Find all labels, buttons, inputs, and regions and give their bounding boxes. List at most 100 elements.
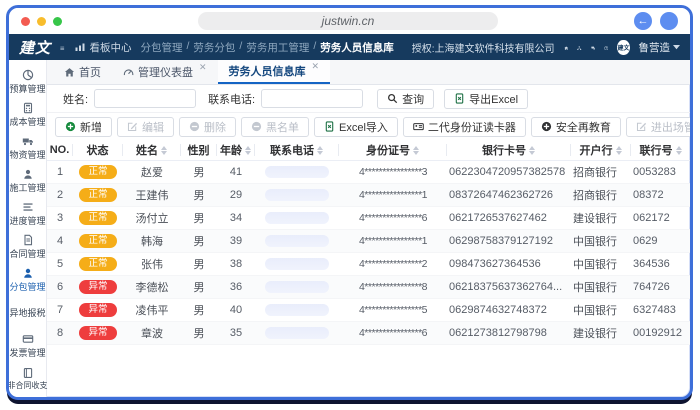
sort-icon[interactable] (616, 146, 622, 155)
sidebar-item-成本管理[interactable]: 成本管理 (9, 98, 46, 131)
sidebar-item-物资管理[interactable]: 物资管理 (9, 131, 46, 164)
cell-phone (255, 212, 339, 224)
cell-bank-card: 0621726537627462 (447, 212, 571, 224)
sort-icon[interactable] (317, 146, 323, 155)
breadcrumb-item[interactable]: 劳务分包 (193, 40, 235, 55)
tab-首页[interactable]: 首页 (53, 60, 112, 84)
home-icon[interactable] (564, 41, 568, 53)
sitemap-icon[interactable] (577, 41, 581, 53)
user-menu[interactable]: 鲁营造 (639, 40, 681, 55)
sidebar-item-预算管理[interactable]: 预算管理 (9, 65, 46, 98)
breadcrumb-item[interactable]: 分包管理 (141, 40, 183, 55)
board-center-link[interactable]: 看板中心 (74, 40, 132, 55)
安全再教育-button[interactable]: 安全再教育 (531, 117, 621, 137)
cell-gender: 男 (181, 210, 217, 226)
messages-icon[interactable] (591, 41, 595, 53)
home-icon (64, 67, 75, 78)
column-header-姓名[interactable]: 姓名 (123, 144, 181, 156)
help-icon[interactable]: ? (604, 41, 608, 53)
search-form: 姓名: 联系电话: 查询 导出Excel (47, 85, 690, 113)
Excel导入-button[interactable]: Excel导入 (314, 117, 398, 137)
table-row[interactable]: 8异常章波男354****************606212738127987… (47, 322, 690, 345)
authorization-text: 授权:上海建文软件科技有限公司 (412, 40, 555, 55)
sidebar-item-合同管理[interactable]: 合同管理 (9, 230, 46, 263)
menu-icon[interactable] (60, 41, 64, 53)
tab-bar: 首页管理仪表盘✕劳务人员信息库✕ (47, 60, 690, 85)
chevron-down-icon (673, 45, 680, 50)
sort-icon[interactable] (413, 146, 419, 155)
cell-bank: 中国银行 (571, 233, 631, 249)
table-row[interactable]: 2正常王建伟男294****************10837264746236… (47, 184, 690, 207)
breadcrumb-item[interactable]: 劳务人员信息库 (320, 40, 394, 55)
tab-劳务人员信息库[interactable]: 劳务人员信息库✕ (218, 60, 331, 84)
address-bar[interactable]: justwin.cn (198, 12, 498, 30)
phone-redacted (265, 212, 329, 224)
column-header-联系电话[interactable]: 联系电话 (255, 144, 339, 156)
button-label: 二代身份证读卡器 (428, 119, 516, 135)
sidebar-item-进度管理[interactable]: 进度管理 (9, 197, 46, 230)
cell-status: 正常 (73, 257, 123, 271)
cell-name: 韩海 (123, 233, 181, 249)
cell-bank-card: 06218375637362764... (447, 281, 571, 293)
sidebar-item-label: 施工管理 (9, 181, 45, 194)
table-row[interactable]: 4正常韩海男394****************106298758379127… (47, 230, 690, 253)
profile-button[interactable] (660, 12, 678, 30)
sort-icon[interactable] (676, 146, 682, 155)
cell-id-number: 4****************8 (339, 281, 447, 293)
phone-input[interactable] (261, 89, 363, 108)
breadcrumb-item[interactable]: 劳务用工管理 (246, 40, 309, 55)
table-row[interactable]: 7异常凌伟平男404****************50629874632748… (47, 299, 690, 322)
sidebar-item-分包管理[interactable]: 分包管理 (9, 263, 46, 296)
name-input[interactable] (94, 89, 196, 108)
excel-file-icon (454, 93, 465, 104)
pencil-square-icon (636, 121, 647, 132)
sidebar-item-非合同收支[interactable]: 非合同收支 (9, 362, 46, 395)
calculator-icon (22, 101, 34, 113)
column-label: 状态 (87, 144, 109, 156)
maximize-window-button[interactable] (53, 17, 62, 26)
tab-label: 管理仪表盘 (138, 64, 193, 80)
cell-age: 36 (217, 281, 255, 293)
close-icon[interactable]: ✕ (312, 61, 320, 72)
file-text-icon (22, 233, 34, 245)
table-row[interactable]: 5正常张伟男384****************209847362736453… (47, 253, 690, 276)
新增-button[interactable]: 新增 (55, 117, 112, 137)
close-icon[interactable]: ✕ (199, 62, 207, 73)
status-badge: 异常 (79, 280, 116, 294)
column-header-银行卡号[interactable]: 银行卡号 (447, 144, 571, 156)
sidebar-item-label: 物资管理 (9, 148, 45, 161)
sort-icon[interactable] (161, 146, 167, 155)
back-button[interactable]: ← (634, 12, 652, 30)
sort-icon[interactable] (529, 146, 535, 155)
minimize-window-button[interactable] (37, 17, 46, 26)
sidebar-item-发票管理[interactable]: 发票管理 (9, 329, 46, 362)
brand-badge[interactable]: 建文 (617, 40, 629, 55)
column-header-联行号[interactable]: 联行号 (631, 144, 690, 156)
close-window-button[interactable] (21, 17, 30, 26)
phone-label: 联系电话: (208, 91, 255, 107)
sidebar-item-label: 发票管理 (9, 346, 45, 359)
column-header-开户行[interactable]: 开户行 (571, 144, 631, 156)
query-button[interactable]: 查询 (377, 89, 434, 109)
cell-status: 异常 (73, 326, 123, 340)
cell-status: 异常 (73, 303, 123, 317)
column-header-身份证号[interactable]: 身份证号 (339, 144, 447, 156)
table-row[interactable]: 3正常汤付立男344****************60621726537627… (47, 207, 690, 230)
二代身份证读卡器-button[interactable]: 二代身份证读卡器 (403, 117, 526, 137)
column-header-年龄[interactable]: 年龄 (217, 144, 255, 156)
table-row[interactable]: 6异常李德松男364****************80621837563736… (47, 276, 690, 299)
cell-gender: 男 (181, 233, 217, 249)
cell-bank: 招商银行 (571, 187, 631, 203)
column-header-状态: 状态 (73, 144, 123, 156)
cell-phone (255, 327, 339, 339)
sidebar-item-施工管理[interactable]: 施工管理 (9, 164, 46, 197)
phone-redacted (265, 304, 329, 316)
sidebar-item-异地报税[interactable]: 异地报税 (9, 296, 46, 329)
table-row[interactable]: 1正常赵爱男414****************306223047209573… (47, 161, 690, 184)
button-label: Excel导入 (339, 119, 388, 135)
sidebar-item-label: 合同管理 (9, 247, 45, 260)
table-header: NO.状态姓名性别年龄联系电话身份证号银行卡号开户行联行号 (47, 140, 690, 161)
tab-管理仪表盘[interactable]: 管理仪表盘 ✕ (112, 60, 218, 84)
sort-icon[interactable] (245, 146, 251, 155)
export-excel-button[interactable]: 导出Excel (444, 89, 528, 109)
